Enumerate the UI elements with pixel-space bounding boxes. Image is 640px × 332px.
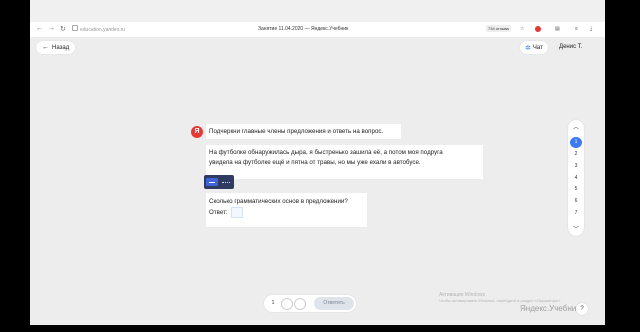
underline-toolbar xyxy=(204,175,234,189)
address-bar[interactable]: education.yandex.ru xyxy=(72,25,125,33)
menu-icon[interactable]: ≡ xyxy=(575,26,578,32)
back-label: Назад xyxy=(52,44,70,51)
browser-window: ← → ↻ education.yandex.ru Занятие 11.04.… xyxy=(30,0,605,325)
back-arrow-icon[interactable]: ← xyxy=(36,25,43,32)
question-text: Сколько грамматических основ в предложен… xyxy=(209,198,348,205)
chat-icon: ✲ xyxy=(525,44,531,52)
extension-icon[interactable] xyxy=(535,26,541,32)
help-button[interactable]: ? xyxy=(576,303,588,315)
back-button[interactable]: ← Назад xyxy=(36,41,76,54)
passage-line[interactable]: На футболке обнаружилась дыра, я быстрен… xyxy=(209,148,480,158)
windows-activation-watermark: Активация Windows Чтобы активировать Win… xyxy=(439,292,561,304)
url-text: education.yandex.ru xyxy=(80,27,126,33)
task-passage[interactable]: На футболке обнаружилась дыра, я быстрен… xyxy=(206,145,483,179)
page-dot[interactable] xyxy=(281,298,293,310)
passage-line[interactable]: увидела на футболке ещё и пятна от травы… xyxy=(209,158,480,168)
chat-label: Чат xyxy=(532,44,543,51)
step-item[interactable]: 4 xyxy=(570,173,582,184)
step-item[interactable]: 7 xyxy=(570,208,582,219)
step-item[interactable]: 1 xyxy=(570,137,582,148)
yandex-logo-icon: Я xyxy=(191,126,203,138)
arrow-left-icon: ← xyxy=(42,44,49,51)
answer-label: Ответ: xyxy=(209,209,228,216)
page-current[interactable]: 1 xyxy=(268,298,278,308)
brand-label: Яндекс.Учебник xyxy=(520,304,580,313)
lock-icon xyxy=(72,25,78,31)
lesson-page: ← Назад ✲ Чат Денис Т. xyxy=(30,37,605,325)
step-item[interactable]: 3 xyxy=(570,161,582,172)
answer-input[interactable] xyxy=(230,207,243,218)
reviews-badge[interactable]: 734 отзыва xyxy=(486,25,511,32)
question-card: Сколько грамматических основ в предложен… xyxy=(206,193,367,227)
browser-toolbar: ← → ↻ education.yandex.ru Занятие 11.04.… xyxy=(30,22,605,38)
submit-button[interactable]: Ответить xyxy=(314,297,354,310)
step-item[interactable]: 6 xyxy=(570,196,582,207)
star-icon[interactable]: ☆ xyxy=(520,26,524,32)
task-stepper: ︿ 1 2 3 4 5 6 7 ﹀ xyxy=(568,120,584,236)
pagination-bar: 1 Ответить xyxy=(264,295,356,312)
page-dot[interactable] xyxy=(294,298,306,310)
task-instruction: Подчеркни главные члены предложения и от… xyxy=(206,124,401,139)
chevron-up-icon[interactable]: ︿ xyxy=(568,122,584,131)
download-icon[interactable]: ⤓ xyxy=(590,26,592,32)
forward-arrow-icon[interactable]: → xyxy=(48,25,55,32)
subject-underline-tool[interactable] xyxy=(206,178,218,186)
step-item[interactable]: 5 xyxy=(570,184,582,195)
chat-button[interactable]: ✲ Чат xyxy=(520,41,548,54)
step-item[interactable]: 2 xyxy=(570,149,582,160)
chevron-down-icon[interactable]: ﹀ xyxy=(568,224,584,233)
predicate-underline-tool[interactable] xyxy=(220,178,232,186)
extension-menu-icon[interactable]: ▤ xyxy=(555,26,560,32)
reload-icon[interactable]: ↻ xyxy=(60,25,66,33)
tab-title: Занятие 11.04.2020 — Яндекс.Учебник xyxy=(258,26,349,32)
user-name[interactable]: Денис Т. xyxy=(559,44,582,50)
